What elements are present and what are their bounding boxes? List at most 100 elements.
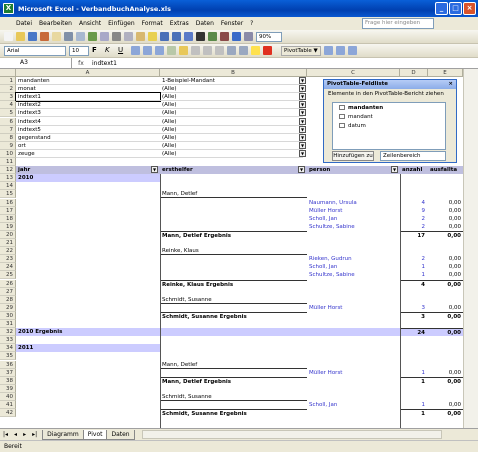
- page-field-value[interactable]: (Alle): [160, 134, 303, 142]
- cell[interactable]: [160, 207, 307, 215]
- cell[interactable]: 0,00: [428, 369, 463, 377]
- cell[interactable]: [16, 385, 160, 393]
- formula-input[interactable]: indtext1: [90, 60, 117, 67]
- cell[interactable]: Reinke, Klaus: [160, 247, 307, 256]
- cell[interactable]: Mann, Detlef: [160, 361, 307, 369]
- row-number[interactable]: 42: [0, 409, 16, 418]
- cell[interactable]: 3: [400, 304, 428, 312]
- dropdown-arrow-icon[interactable]: ▼: [391, 166, 398, 174]
- column-header-A[interactable]: A: [16, 69, 160, 77]
- row-number[interactable]: 41: [0, 401, 16, 409]
- page-field-value[interactable]: (Alle): [160, 126, 303, 134]
- maximize-button[interactable]: □: [449, 2, 462, 15]
- menu-item-0[interactable]: Datei: [16, 20, 32, 27]
- dropdown-arrow-icon[interactable]: ▼: [151, 166, 158, 174]
- row-number[interactable]: 32: [0, 328, 16, 337]
- cell[interactable]: [160, 199, 307, 207]
- cell[interactable]: [160, 239, 307, 247]
- row-number[interactable]: 21: [0, 239, 16, 247]
- cell[interactable]: [16, 352, 160, 360]
- cell[interactable]: [160, 344, 307, 352]
- paste-icon[interactable]: [136, 32, 145, 41]
- cell[interactable]: [428, 247, 463, 255]
- column-header-D[interactable]: D: [400, 69, 428, 77]
- help-search-input[interactable]: Frage hier eingeben: [362, 18, 434, 29]
- cell[interactable]: Mann, Detlef: [160, 190, 307, 199]
- pivot-header-jahr[interactable]: jahr: [16, 166, 160, 175]
- page-field-name[interactable]: indtext4: [16, 118, 160, 126]
- row-number[interactable]: 15: [0, 190, 16, 199]
- pivot-header-ausfallta[interactable]: ausfallta: [428, 166, 463, 175]
- cell[interactable]: 0,00: [428, 271, 463, 279]
- cell[interactable]: [307, 174, 400, 182]
- cell[interactable]: 0,00: [428, 401, 463, 409]
- cell[interactable]: [307, 239, 400, 247]
- cell[interactable]: 2011: [16, 344, 160, 353]
- thousands-icon[interactable]: [203, 46, 212, 55]
- chart-wizard-icon[interactable]: [232, 32, 241, 41]
- dropdown-arrow-icon[interactable]: ▼: [299, 141, 306, 149]
- cell[interactable]: [160, 255, 307, 263]
- cell[interactable]: 2: [400, 215, 428, 223]
- cell[interactable]: [160, 182, 307, 190]
- cell[interactable]: [16, 312, 160, 320]
- cell[interactable]: [400, 320, 428, 328]
- first-sheet-icon[interactable]: |◂: [3, 431, 8, 438]
- cell[interactable]: 0,00: [428, 223, 463, 231]
- email-icon[interactable]: [52, 32, 61, 41]
- page-field-name[interactable]: indtext1: [15, 92, 161, 103]
- cell[interactable]: [16, 271, 160, 279]
- page-field-name[interactable]: ort: [16, 142, 160, 150]
- cell[interactable]: [16, 336, 160, 344]
- cell[interactable]: [428, 352, 463, 360]
- cell[interactable]: [428, 288, 463, 296]
- dropdown-arrow-icon[interactable]: ▼: [299, 117, 306, 125]
- menu-item-6[interactable]: Daten: [196, 20, 214, 27]
- redo-icon[interactable]: [172, 32, 181, 41]
- cell[interactable]: [160, 328, 307, 337]
- row-number[interactable]: 16: [0, 198, 16, 207]
- pivot-header-person[interactable]: person: [307, 166, 400, 175]
- cell[interactable]: [400, 288, 428, 296]
- cell[interactable]: 4: [400, 199, 428, 207]
- cell[interactable]: [16, 288, 160, 296]
- page-field-name[interactable]: indtext5: [16, 126, 160, 134]
- horizontal-scrollbar[interactable]: [141, 429, 442, 439]
- cell[interactable]: [400, 361, 428, 369]
- cell[interactable]: [307, 393, 400, 401]
- menu-item-5[interactable]: Extras: [170, 20, 189, 27]
- cell[interactable]: [16, 393, 160, 401]
- pivottable-menu[interactable]: PivotTable ▼: [281, 45, 321, 56]
- cell[interactable]: 0,00: [428, 255, 463, 263]
- cell[interactable]: Schultze, Sabine: [307, 271, 400, 279]
- minimize-button[interactable]: _: [435, 2, 448, 15]
- menu-item-3[interactable]: Einfügen: [108, 20, 134, 27]
- cell[interactable]: [160, 336, 307, 344]
- vertical-scrollbar[interactable]: [463, 69, 478, 428]
- add-to-button[interactable]: Hinzufügen zu: [332, 151, 374, 161]
- cell[interactable]: [428, 320, 463, 328]
- cell[interactable]: [16, 361, 160, 369]
- cell[interactable]: 1: [400, 369, 428, 377]
- open-icon[interactable]: [16, 32, 25, 41]
- cell[interactable]: [160, 320, 307, 328]
- cell[interactable]: [160, 174, 307, 182]
- font-color-icon[interactable]: [263, 46, 272, 55]
- page-field-value[interactable]: (Alle): [160, 85, 303, 94]
- page-field-name[interactable]: monat: [16, 85, 160, 94]
- format-painter-icon[interactable]: [148, 32, 157, 41]
- cell[interactable]: [400, 344, 428, 352]
- cell[interactable]: Müller Horst: [307, 304, 400, 312]
- row-number[interactable]: 37: [0, 368, 16, 377]
- menu-item-8[interactable]: ?: [250, 20, 253, 27]
- cell[interactable]: [307, 336, 400, 344]
- row-number[interactable]: 8: [0, 133, 16, 142]
- cell[interactable]: [428, 296, 463, 304]
- cell[interactable]: [428, 385, 463, 393]
- cell[interactable]: [400, 393, 428, 401]
- page-field-name[interactable]: indtext3: [16, 109, 160, 118]
- merge-cells-icon[interactable]: [167, 46, 176, 55]
- fx-icon[interactable]: fx: [72, 60, 90, 67]
- row-number[interactable]: 34: [0, 344, 16, 353]
- row-number[interactable]: 29: [0, 303, 16, 312]
